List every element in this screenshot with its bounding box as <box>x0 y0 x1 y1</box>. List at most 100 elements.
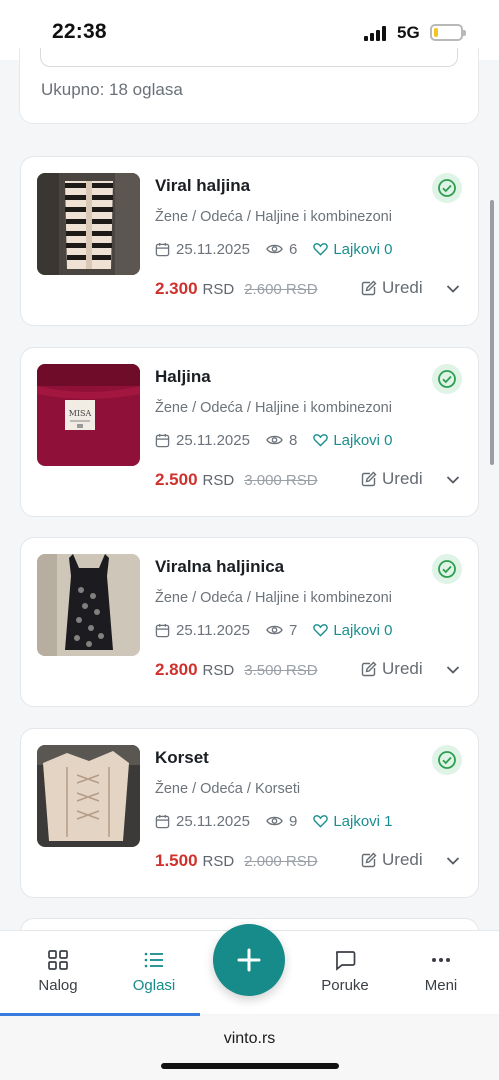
listing-old-price: 3.000 RSD <box>244 472 318 489</box>
listing-price: 2.500 <box>155 470 198 489</box>
listing-likes[interactable]: Lajkovi 0 <box>333 432 392 449</box>
nav-item-meni[interactable]: Meni <box>391 949 491 994</box>
listing-views: 6 <box>288 240 298 258</box>
signal-icon <box>364 25 388 41</box>
listing-date: 25.11.2025 <box>176 621 250 639</box>
heart-icon <box>313 434 329 447</box>
eye-icon <box>266 435 283 445</box>
edit-button[interactable]: Uredi <box>361 850 423 870</box>
verified-check-icon <box>432 554 462 584</box>
listing-currency: RSD <box>202 472 235 489</box>
heart-icon <box>313 243 329 256</box>
listing-thumbnail[interactable] <box>37 745 140 847</box>
listing-thumbnail[interactable] <box>37 173 140 275</box>
nav-label: Poruke <box>321 977 369 994</box>
calendar-icon <box>155 242 170 256</box>
eye-icon <box>266 816 283 826</box>
edit-label: Uredi <box>382 659 423 678</box>
plus-icon <box>237 948 261 972</box>
edit-label: Uredi <box>382 278 423 297</box>
price-row: 2.800 RSD 3.500 RSD <box>155 660 318 680</box>
edit-label: Uredi <box>382 469 423 488</box>
edit-label: Uredi <box>382 850 423 869</box>
listing-card[interactable]: Viralna haljinica Žene / Odeća / Haljine… <box>20 537 479 707</box>
listing-likes[interactable]: Lajkovi 0 <box>333 241 392 258</box>
listing-title[interactable]: Viralna haljinica <box>155 557 284 577</box>
listing-meta: 25.11.2025 9 Lajkovi 1 <box>155 811 393 831</box>
dots-icon <box>432 958 450 962</box>
calendar-icon <box>155 433 170 447</box>
listing-old-price: 3.500 RSD <box>244 662 318 679</box>
chevron-down-icon[interactable] <box>446 856 460 866</box>
chevron-down-icon[interactable] <box>446 284 460 294</box>
listing-date: 25.11.2025 <box>176 431 250 449</box>
listing-views: 8 <box>288 431 298 449</box>
calendar-icon <box>155 814 170 828</box>
add-listing-button[interactable] <box>213 924 285 996</box>
listing-views: 7 <box>288 621 298 639</box>
listing-category: Žene / Odeća / Haljine i kombinezoni <box>155 209 392 225</box>
edit-icon <box>361 280 377 296</box>
edit-button[interactable]: Uredi <box>361 278 423 298</box>
listing-meta: 25.11.2025 7 Lajkovi 0 <box>155 620 393 640</box>
scrollbar[interactable] <box>490 200 494 465</box>
listing-card[interactable]: Korset Žene / Odeća / Korseti 25.11.2025… <box>20 728 479 898</box>
listing-thumbnail[interactable] <box>37 554 140 656</box>
home-indicator[interactable] <box>161 1063 339 1069</box>
listing-price: 1.500 <box>155 851 198 870</box>
listing-currency: RSD <box>202 662 235 679</box>
verified-check-icon <box>432 364 462 394</box>
listing-old-price: 2.600 RSD <box>244 281 318 298</box>
summary-card: Ukupno: 18 oglasa <box>19 48 479 124</box>
price-row: 1.500 RSD 2.000 RSD <box>155 851 318 871</box>
listing-date: 25.11.2025 <box>176 240 250 258</box>
listing-title[interactable]: Korset <box>155 748 209 768</box>
battery-icon <box>430 24 466 41</box>
svg-text:MISA: MISA <box>69 409 92 418</box>
edit-icon <box>361 471 377 487</box>
status-time: 22:38 <box>52 20 107 43</box>
list-icon <box>144 952 163 968</box>
edit-button[interactable]: Uredi <box>361 469 423 489</box>
listing-currency: RSD <box>202 281 235 298</box>
calendar-icon <box>155 623 170 637</box>
listing-likes[interactable]: Lajkovi 1 <box>333 813 392 830</box>
price-row: 2.500 RSD 3.000 RSD <box>155 470 318 490</box>
listing-meta: 25.11.2025 6 Lajkovi 0 <box>155 239 393 259</box>
listing-card[interactable]: MISA Haljina Žene / Odeća / Haljine i ko… <box>20 347 479 517</box>
listing-title[interactable]: Haljina <box>155 367 211 387</box>
edit-button[interactable]: Uredi <box>361 659 423 679</box>
listing-card[interactable]: Viral haljina Žene / Odeća / Haljine i k… <box>20 156 479 326</box>
listing-old-price: 2.000 RSD <box>244 853 318 870</box>
price-row: 2.300 RSD 2.600 RSD <box>155 279 318 299</box>
heart-icon <box>313 815 329 828</box>
eye-icon <box>266 244 283 254</box>
edit-icon <box>361 661 377 677</box>
chevron-down-icon[interactable] <box>446 475 460 485</box>
listing-price: 2.300 <box>155 279 198 298</box>
listing-date: 25.11.2025 <box>176 812 250 830</box>
listing-meta: 25.11.2025 8 Lajkovi 0 <box>155 430 393 450</box>
heart-icon <box>313 624 329 637</box>
nav-item-oglasi[interactable]: Oglasi <box>104 949 204 994</box>
nav-item-nalog[interactable]: Nalog <box>8 949 108 994</box>
chat-icon <box>335 951 356 971</box>
filter-field[interactable] <box>40 48 458 67</box>
verified-check-icon <box>432 173 462 203</box>
listing-price: 2.800 <box>155 660 198 679</box>
nav-label: Oglasi <box>132 977 176 994</box>
edit-icon <box>361 852 377 868</box>
listing-views: 9 <box>288 812 298 830</box>
total-count: Ukupno: 18 oglasa <box>41 80 183 99</box>
network-type: 5G <box>397 23 420 42</box>
listing-likes[interactable]: Lajkovi 0 <box>333 622 392 639</box>
url-text[interactable]: vinto.rs <box>0 1030 499 1048</box>
nav-item-poruke[interactable]: Poruke <box>295 949 395 994</box>
browser-url-bar[interactable]: vinto.rs <box>0 1016 499 1080</box>
listing-title[interactable]: Viral haljina <box>155 176 250 196</box>
listing-category: Žene / Odeća / Haljine i kombinezoni <box>155 400 392 416</box>
chevron-down-icon[interactable] <box>446 665 460 675</box>
listing-thumbnail[interactable]: MISA <box>37 364 140 466</box>
grid-icon <box>48 950 68 970</box>
listing-category: Žene / Odeća / Korseti <box>155 781 301 797</box>
